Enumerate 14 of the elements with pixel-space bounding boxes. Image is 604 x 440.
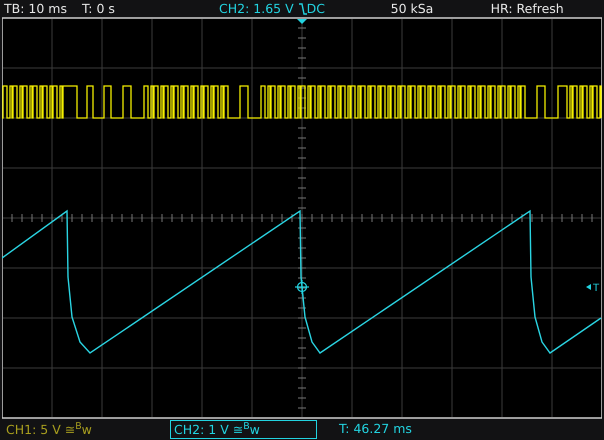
acquisition-mode-label: HR: Refresh [490,0,564,17]
falling-edge-icon [298,2,307,14]
channel-label[interactable]: CH1: 5 V ≅$^{B}$w [2,420,170,439]
trigger-coupling-label: DC [306,0,326,17]
trigger-level-marker: T [593,283,600,294]
sample-rate-label: 50 kSa [390,0,434,17]
trigger-source-label: CH2: 1.65 V [219,0,294,17]
timebase-label: TB: 10 ms [4,0,68,17]
trigger-position-icon [297,19,307,24]
crosshair-icon [295,280,309,294]
trigger-time-label: T: 0 s [82,0,116,17]
channel-label[interactable]: CH2: 1 V ≅$^{B}$w [170,420,317,439]
arrow-icon [586,284,591,290]
cursor-readout: T: 46.27 ms [339,420,412,438]
